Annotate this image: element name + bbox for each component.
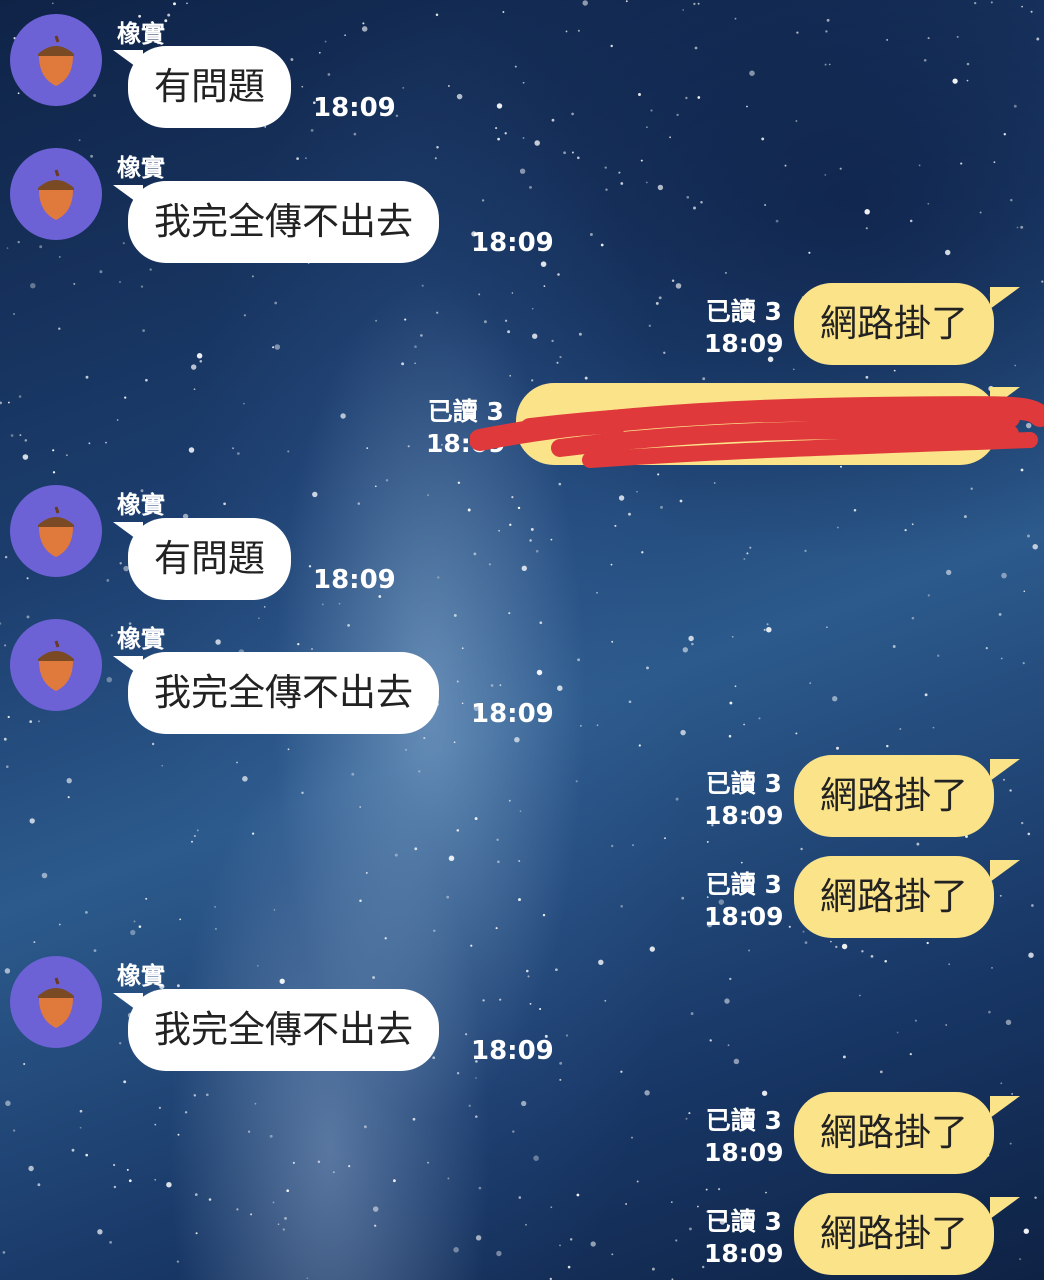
read-receipt: 已讀 3 [705, 1106, 782, 1135]
message-meta: 已讀 3 18:09 [704, 768, 784, 832]
sender-name: 橡實 [117, 962, 165, 990]
acorn-icon [38, 169, 74, 220]
message-bubble[interactable]: 網路掛了 [794, 856, 994, 938]
sender-name: 橡實 [117, 491, 165, 519]
message-meta: 已讀 3 18:09 [704, 869, 784, 933]
message-time: 18:09 [704, 1138, 784, 1167]
message-bubble[interactable]: 有問題 [128, 46, 291, 128]
message-time: 18:09 [313, 93, 396, 123]
contact-avatar[interactable] [10, 485, 102, 577]
message-bubble[interactable]: 我完全傳不出去 [128, 652, 439, 734]
contact-avatar[interactable] [10, 14, 102, 106]
message-time: 18:09 [704, 902, 784, 931]
bubble-tail [990, 860, 1020, 882]
acorn-icon [38, 640, 74, 691]
acorn-icon [38, 977, 74, 1028]
message-meta: 已讀 3 18:09 [704, 1206, 784, 1270]
read-receipt: 已讀 3 [705, 1207, 782, 1236]
message-time: 18:09 [471, 228, 554, 258]
contact-avatar[interactable] [10, 956, 102, 1048]
contact-avatar[interactable] [10, 619, 102, 711]
bubble-tail [990, 1096, 1020, 1118]
chat-area[interactable]: 橡實 有問題 18:09 橡實 我完全傳不出去 18:09 已讀 3 18:09… [0, 0, 1044, 1280]
message-time: 18:09 [704, 1239, 784, 1268]
message-time: 18:09 [471, 1036, 554, 1066]
message-time: 18:09 [704, 801, 784, 830]
message-bubble[interactable]: 我完全傳不出去 [128, 989, 439, 1071]
read-receipt: 已讀 3 [705, 769, 782, 798]
read-receipt: 已讀 3 [705, 870, 782, 899]
message-time: 18:09 [471, 699, 554, 729]
message-bubble[interactable]: 有問題 [128, 518, 291, 600]
sender-name: 橡實 [117, 154, 165, 182]
sender-name: 橡實 [117, 625, 165, 653]
contact-avatar[interactable] [10, 148, 102, 240]
redaction-scribble [470, 395, 1044, 468]
bubble-tail [990, 1197, 1020, 1219]
message-bubble[interactable]: 網路掛了 [794, 1092, 994, 1174]
message-meta: 已讀 3 18:09 [704, 1105, 784, 1169]
acorn-icon [38, 35, 74, 86]
message-bubble[interactable]: 網路掛了 [794, 1193, 994, 1275]
message-bubble[interactable]: 網路掛了 [794, 755, 994, 837]
message-meta: 已讀 3 18:09 [704, 296, 784, 360]
message-bubble[interactable]: 我完全傳不出去 [128, 181, 439, 263]
message-time: 18:09 [313, 565, 396, 595]
acorn-icon [38, 506, 74, 557]
read-receipt: 已讀 3 [705, 297, 782, 326]
message-bubble[interactable]: 網路掛了 [794, 283, 994, 365]
message-time: 18:09 [704, 329, 784, 358]
bubble-tail [990, 287, 1020, 309]
sender-name: 橡實 [117, 20, 165, 48]
bubble-tail [990, 759, 1020, 781]
